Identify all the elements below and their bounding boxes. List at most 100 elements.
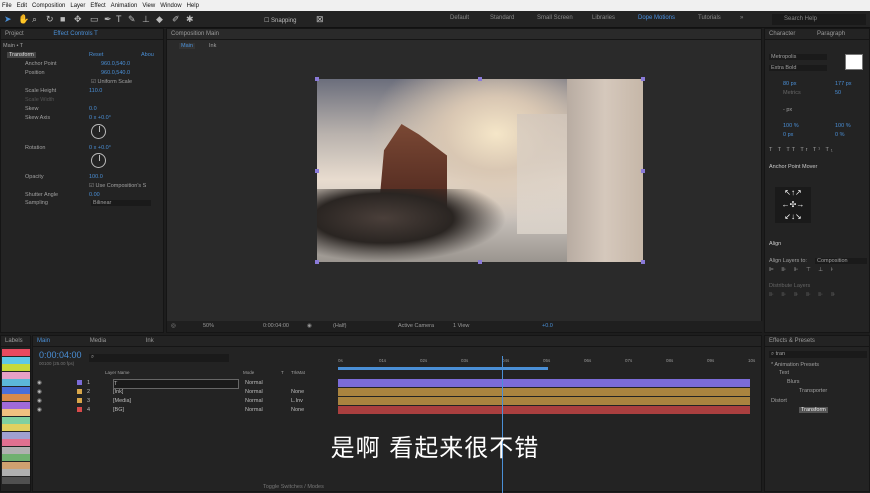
pen-tool-icon[interactable]: ✒ (104, 13, 112, 25)
reset-link[interactable]: Reset (89, 52, 103, 58)
uniform-scale-checkbox[interactable]: ☑ Uniform Scale (91, 79, 132, 85)
transform-handle-tl[interactable] (315, 77, 319, 81)
layer-mode-dropdown[interactable]: Normal (245, 379, 263, 387)
roto-brush-tool-icon[interactable]: ✐ (172, 13, 180, 25)
skew-axis-dial[interactable] (91, 124, 106, 139)
labels-title[interactable]: Labels (1, 336, 30, 347)
layer-mode-dropdown[interactable]: Normal (245, 388, 263, 396)
menu-file[interactable]: File (2, 3, 12, 9)
tree-transporter[interactable]: Transporter (799, 388, 827, 394)
transform-handle-bc[interactable] (478, 260, 482, 264)
menu-animation[interactable]: Animation (111, 3, 138, 9)
menu-view[interactable]: View (142, 3, 155, 9)
eye-icon[interactable]: ◉ (37, 379, 42, 387)
composition-frame-image[interactable] (317, 79, 643, 262)
menu-help[interactable]: Help (187, 3, 199, 9)
layer-row[interactable]: ◉ 2 [Ink] Normal None (33, 388, 338, 396)
transform-handle-ml[interactable] (315, 169, 319, 173)
layer-duration-bar[interactable] (338, 397, 750, 405)
label-swatch[interactable] (2, 469, 30, 476)
exposure-value[interactable]: +0.0 (542, 321, 553, 332)
align-buttons[interactable]: ⊫ ⊪ ⊩ ⊤ ⊥ ⊦ (769, 267, 836, 273)
text-tool-icon[interactable]: T (116, 13, 122, 25)
search-help-input[interactable]: Search Help (772, 14, 866, 25)
effects-search-input[interactable]: ⌕ tran (769, 351, 867, 358)
workspace-libraries[interactable]: Libraries (592, 15, 615, 21)
timeline-tab-media[interactable]: Media (90, 338, 106, 344)
work-area-bar[interactable] (338, 367, 548, 370)
camera-dropdown[interactable]: Active Camera (398, 321, 434, 332)
workspace-default[interactable]: Default (450, 15, 469, 21)
camera-tool-icon[interactable]: ■ (60, 13, 65, 25)
preview-icon[interactable]: ◎ (171, 321, 176, 332)
prop-anchor-point-value[interactable]: 960.0,540.0 (101, 61, 130, 67)
label-swatch[interactable] (2, 476, 30, 484)
column-t[interactable]: T (281, 370, 284, 375)
font-family-dropdown[interactable]: Metropolis (769, 54, 827, 60)
menu-edit[interactable]: Edit (17, 3, 27, 9)
zoom-tool-icon[interactable]: ⌕ (32, 13, 37, 25)
use-comp-shutter-checkbox[interactable]: ☑ Use Composition's S (89, 183, 146, 189)
layer-mode-dropdown[interactable]: Normal (245, 406, 263, 414)
pan-behind-tool-icon[interactable]: ✥ (74, 13, 82, 25)
toggle-switches-modes[interactable]: Toggle Switches / Modes (263, 484, 324, 490)
tab-paragraph[interactable]: Paragraph (817, 31, 845, 37)
tab-character[interactable]: Character (769, 31, 795, 37)
label-swatch[interactable] (2, 394, 30, 401)
label-swatch[interactable] (2, 371, 30, 379)
tree-animation-presets[interactable]: * Animation Presets (771, 362, 819, 368)
fill-color-swatch[interactable] (845, 54, 863, 70)
puppet-tool-icon[interactable]: ✱ (186, 13, 194, 25)
layer-trkmat-dropdown[interactable]: None (291, 406, 304, 414)
layer-duration-bar[interactable] (338, 406, 750, 414)
prop-position-value[interactable]: 960.0,540.0 (101, 70, 130, 76)
tsume-value[interactable]: 0 % (835, 132, 844, 138)
zoom-dropdown[interactable]: 50% (203, 321, 214, 332)
hand-tool-icon[interactable]: ✋ (18, 13, 29, 25)
subtab-main[interactable]: Main (179, 43, 195, 49)
eraser-tool-icon[interactable]: ◆ (156, 13, 163, 25)
transform-handle-bl[interactable] (315, 260, 319, 264)
tree-blurs[interactable]: Blurs (787, 379, 800, 385)
eye-icon[interactable]: ◉ (37, 406, 42, 414)
layer-label-color[interactable] (77, 407, 82, 412)
clone-stamp-tool-icon[interactable]: ⊥ (142, 13, 150, 25)
tree-transform[interactable]: Transform (799, 407, 828, 413)
viewer-timecode[interactable]: 0:00:04:00 (263, 321, 289, 332)
column-trkmat[interactable]: TrkMat (291, 370, 305, 375)
layer-row[interactable]: ◉ 4 [BG] Normal None (33, 406, 338, 414)
rotation-dial[interactable] (91, 153, 106, 168)
transform-handle-mr[interactable] (641, 169, 645, 173)
selection-tool-icon[interactable]: ➤ (4, 13, 12, 25)
workspace-dope-motions[interactable]: Dope Motions (638, 15, 675, 21)
baseline-shift-value[interactable]: 0 px (783, 132, 793, 138)
horizontal-scale-value[interactable]: 100 % (835, 123, 851, 129)
layer-label-color[interactable] (77, 398, 82, 403)
rotate-tool-icon[interactable]: ↻ (46, 13, 54, 25)
layer-mode-dropdown[interactable]: Normal (245, 397, 263, 405)
prop-skew-value[interactable]: 0.0 (89, 106, 97, 112)
column-layer-name[interactable]: Layer Name (105, 370, 130, 375)
layer-trkmat-dropdown[interactable]: L.Inv (291, 397, 303, 405)
label-swatch[interactable] (2, 364, 30, 371)
tab-effect-controls[interactable]: Effect Controls T (53, 31, 97, 37)
menu-effect[interactable]: Effect (90, 3, 105, 9)
timeline-tab-main[interactable]: Main (37, 338, 50, 344)
align-to-dropdown[interactable]: Composition (815, 258, 867, 264)
kerning-value[interactable]: 50 (835, 90, 841, 96)
effects-presets-title[interactable]: Effects & Presets (765, 336, 869, 347)
composition-tab[interactable]: Composition Main (167, 29, 761, 40)
column-mode[interactable]: Mode (243, 370, 254, 375)
menu-composition[interactable]: Composition (32, 3, 65, 9)
prop-shutter-angle-value[interactable]: 0.00 (89, 192, 100, 198)
vertical-scale-value[interactable]: 100 % (783, 123, 799, 129)
font-style-dropdown[interactable]: Extra Bold (769, 65, 827, 71)
label-swatch[interactable] (2, 416, 30, 424)
menu-layer[interactable]: Layer (70, 3, 85, 9)
prop-scale-height-value[interactable]: 110.0 (89, 88, 102, 94)
label-swatch[interactable] (2, 349, 30, 356)
resolution-dropdown[interactable]: (Half) (333, 321, 346, 332)
camera-snapshot-icon[interactable]: ◉ (307, 321, 312, 332)
snapping-checkbox[interactable]: ☐ Snapping (264, 15, 296, 27)
prop-skew-axis-value[interactable]: 0 x +0.0° (89, 115, 111, 121)
